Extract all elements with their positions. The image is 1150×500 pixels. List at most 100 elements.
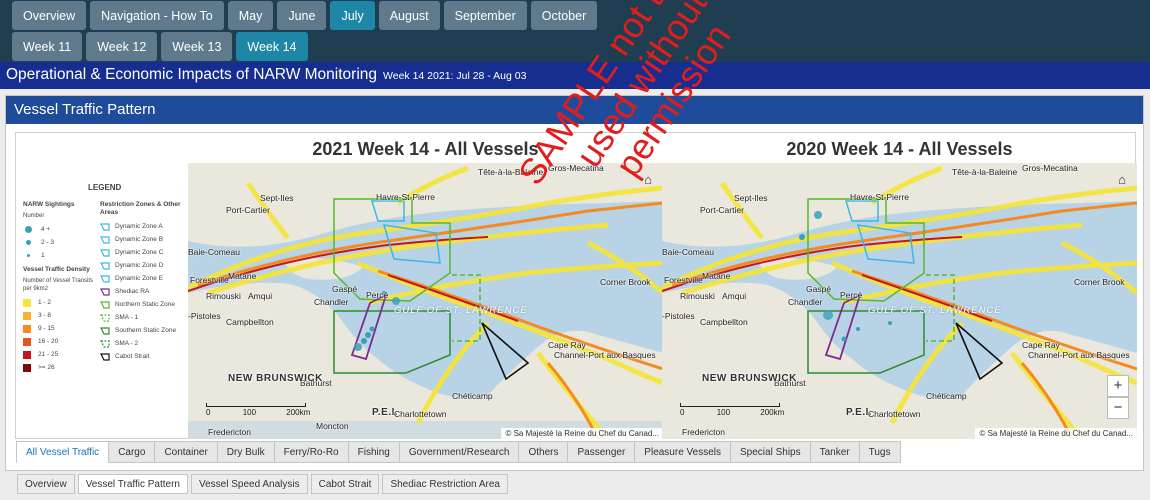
map-2021[interactable]: Gros-Mecatina Tête-à-la-Baleine Sept-Ile… [188, 163, 663, 439]
place-label: -Pistoles [662, 311, 695, 321]
nav-october-button[interactable]: October [530, 1, 598, 30]
nav-row-months: Overview Navigation - How To May June Ju… [0, 0, 598, 31]
nav-july-button[interactable]: July [330, 1, 375, 30]
page-title: Operational & Economic Impacts of NARW M… [6, 66, 378, 83]
place-label: Cape Ray [548, 340, 586, 350]
page-tab-vessel-traffic-pattern[interactable]: Vessel Traffic Pattern [77, 474, 188, 494]
scale-label: 100 [716, 408, 731, 417]
place-label: Havre-St-Pierre [850, 192, 910, 202]
place-label: Gros-Mecatina [548, 163, 604, 173]
southern-static-zone-icon [100, 326, 110, 335]
legend-zone-label: Dynamic Zone A [115, 223, 163, 230]
legend-density-row: 1 - 2 [23, 296, 98, 309]
zoom-in-button[interactable]: + [1107, 375, 1129, 397]
tab-government-research[interactable]: Government/Research [399, 441, 520, 463]
place-label: Amqui [248, 291, 273, 301]
legend-sighting-row: 1 [23, 249, 98, 262]
sighting-dot-small-icon [27, 254, 30, 257]
shediac-ra-icon [100, 287, 110, 296]
page-tabs: Overview Vessel Traffic Pattern Vessel S… [17, 474, 508, 494]
nav-week-11-button[interactable]: Week 11 [12, 32, 83, 61]
place-label: Chandler [788, 297, 823, 307]
page-tab-cabot-strait[interactable]: Cabot Strait [310, 474, 380, 494]
place-label: Channel-Port aux Basques [1028, 350, 1130, 360]
legend-sightings-subheading: Number [23, 213, 45, 219]
top-navigation: Overview Navigation - How To May June Ju… [0, 0, 1150, 62]
place-label: Port-Cartier [700, 205, 744, 215]
nav-week-13-button[interactable]: Week 13 [161, 32, 233, 61]
legend-zone-row: Dynamic Zone E [100, 272, 190, 285]
map-attribution: © Sa Majesté la Reine du Chef du Canad..… [975, 428, 1137, 439]
place-label: Tête-à-la-Baleine [478, 167, 544, 177]
legend-sighting-label: 2 - 3 [41, 239, 55, 246]
sighting-dot-large-icon [25, 226, 32, 233]
nav-june-button[interactable]: June [277, 1, 327, 30]
place-label: Corner Brook [1074, 277, 1125, 287]
dynamic-zone-a-icon [100, 222, 110, 231]
legend-zone-row: Northern Static Zone [100, 298, 190, 311]
scale-label: 100 [242, 408, 257, 417]
map-2020[interactable]: Gros-Mecatina Tête-à-la-Baleine Sept-Ile… [662, 163, 1137, 439]
home-icon[interactable]: ⌂ [639, 171, 657, 189]
page-subtitle: Week 14 2021: Jul 28 - Aug 03 [383, 70, 527, 82]
place-label: Havre-St-Pierre [376, 192, 436, 202]
tab-tugs[interactable]: Tugs [859, 441, 901, 463]
tab-tanker[interactable]: Tanker [810, 441, 860, 463]
legend-density-heading: Vessel Traffic Density [23, 266, 90, 273]
nav-september-button[interactable]: September [443, 1, 527, 30]
page-tab-overview[interactable]: Overview [17, 474, 75, 494]
tab-ferry-ro-ro[interactable]: Ferry/Ro-Ro [274, 441, 349, 463]
legend-sighting-label: 4 + [41, 226, 51, 233]
tab-pleasure-vessels[interactable]: Pleasure Vessels [635, 441, 732, 463]
nav-may-button[interactable]: May [227, 1, 274, 30]
map-frame: LEGEND NARW Sightings Number 4 + 2 - 3 1… [15, 132, 1137, 439]
density-swatch-icon [23, 311, 31, 320]
nav-row-weeks: Week 11 Week 12 Week 13 Week 14 [0, 31, 308, 62]
nav-how-to-button[interactable]: Navigation - How To [90, 1, 224, 30]
scale-bar: 0 100 200km [206, 403, 310, 417]
dynamic-zone-c-icon [100, 248, 110, 257]
place-label: Campbellton [226, 317, 274, 327]
map-attribution: © Sa Majesté la Reine du Chef du Canad..… [501, 428, 663, 439]
nav-week-14-button[interactable]: Week 14 [236, 32, 308, 61]
page-tab-vessel-speed-analysis[interactable]: Vessel Speed Analysis [191, 474, 308, 494]
legend-zone-row: Cabot Strait [100, 350, 190, 363]
legend-zone-label: Dynamic Zone E [115, 275, 164, 282]
sighting-dot-medium-icon [26, 240, 31, 245]
scale-label: 200km [760, 408, 785, 417]
tab-container[interactable]: Container [155, 441, 218, 463]
tab-fishing[interactable]: Fishing [348, 441, 400, 463]
place-label: Gros-Mecatina [1022, 163, 1078, 173]
tab-passenger[interactable]: Passenger [568, 441, 636, 463]
place-label: Matane [228, 271, 257, 281]
tab-dry-bulk[interactable]: Dry Bulk [217, 441, 275, 463]
legend-sighting-row: 4 + [23, 223, 98, 236]
legend-density-subheading: Number of Vessel Transits per 9km2 [23, 278, 94, 292]
legend-sightings-heading: NARW Sightings [23, 201, 75, 208]
nav-august-button[interactable]: August [378, 1, 440, 30]
legend-column-right: Restriction Zones & Other Areas Dynamic … [100, 201, 190, 363]
tab-all-vessel-traffic[interactable]: All Vessel Traffic [16, 441, 110, 463]
tab-others[interactable]: Others [519, 441, 569, 463]
legend-column-left: NARW Sightings Number 4 + 2 - 3 1 Vessel… [23, 201, 98, 374]
density-swatch-icon [23, 324, 31, 333]
place-label: Corner Brook [600, 277, 651, 287]
place-label: Sept-Iles [260, 193, 294, 203]
legend-density-label: 9 - 15 [38, 325, 55, 332]
vessel-traffic-panel: Vessel Traffic Pattern LEGEND NARW Sight… [5, 95, 1144, 471]
place-label: Forestville [664, 275, 703, 285]
zoom-out-button[interactable]: − [1107, 397, 1129, 419]
legend-density-row: 21 - 25 [23, 348, 98, 361]
vessel-type-tabs: All Vessel Traffic Cargo Container Dry B… [16, 441, 901, 463]
page-tab-shediac-restriction-area[interactable]: Shediac Restriction Area [382, 474, 508, 494]
region-label: NEW BRUNSWICK [228, 373, 323, 384]
home-icon[interactable]: ⌂ [1113, 171, 1131, 189]
tab-special-ships[interactable]: Special Ships [731, 441, 811, 463]
dynamic-zone-b-icon [100, 235, 110, 244]
place-label: Gaspé [806, 284, 832, 294]
scale-label: 0 [680, 408, 685, 417]
nav-week-12-button[interactable]: Week 12 [86, 32, 158, 61]
legend-zone-label: Dynamic Zone D [115, 262, 164, 269]
tab-cargo[interactable]: Cargo [109, 441, 156, 463]
nav-overview-button[interactable]: Overview [12, 1, 87, 30]
